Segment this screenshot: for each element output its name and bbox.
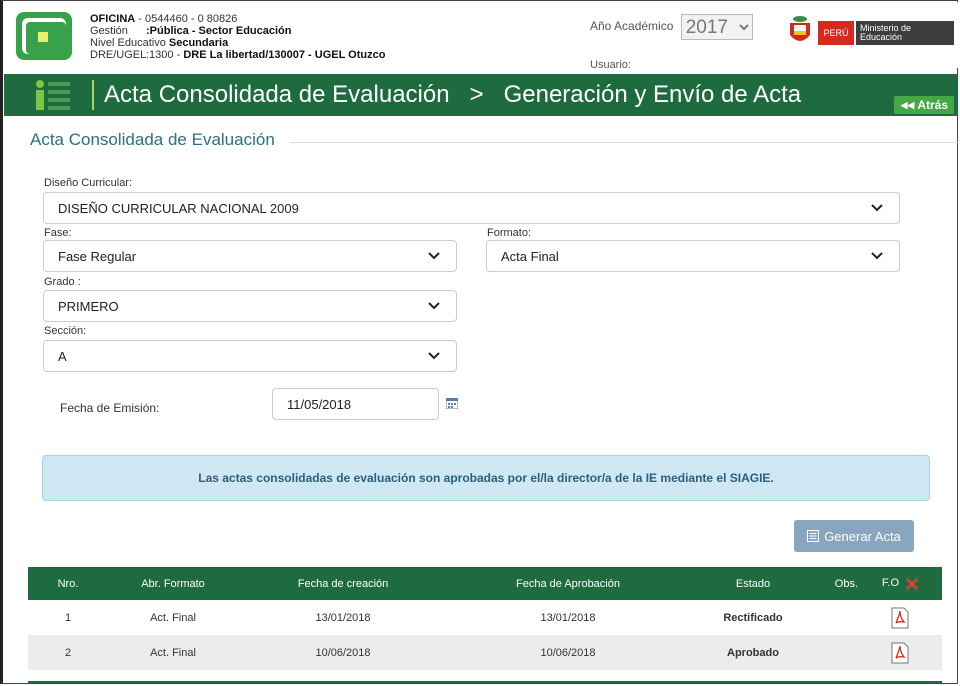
- peru-coat-of-arms-icon: [790, 16, 810, 41]
- institution-info: OFICINA - 0544460 - 0 80826 Gestión :Públ…: [90, 13, 385, 61]
- col-formato: Abr. Formato: [108, 567, 238, 600]
- grado-select[interactable]: PRIMERO: [43, 290, 457, 322]
- cell-creacion: 10/06/2018: [238, 635, 448, 670]
- section-title: Acta Consolidada de Evaluación: [30, 130, 275, 149]
- cell-obs: [818, 635, 858, 670]
- back-label: Atrás: [917, 98, 948, 112]
- generar-acta-label: Generar Acta: [824, 528, 901, 544]
- col-creacion: Fecha de creación: [238, 567, 448, 600]
- col-nro: Nro.: [28, 567, 108, 600]
- back-button[interactable]: ◀◀ Atrás: [894, 96, 954, 114]
- table-row: 2 Act. Final 10/06/2018 10/06/2018 Aprob…: [28, 635, 942, 670]
- minedu-logo: PERÚ Ministerio de Educación: [786, 15, 954, 47]
- cell-creacion: 13/01/2018: [315, 611, 371, 624]
- fase-select[interactable]: Fase Regular: [43, 240, 457, 272]
- page-title: Acta Consolidada de Evaluación > Generac…: [104, 81, 802, 108]
- oficina-label: OFICINA: [90, 13, 136, 25]
- title-separator: [92, 80, 94, 110]
- fecha-label: Fecha de Emisión:: [60, 401, 160, 415]
- cell-formato: Act. Final: [108, 635, 238, 670]
- formato-select[interactable]: Acta Final: [486, 240, 900, 272]
- info-alert: Las actas consolidadas de evaluación son…: [42, 455, 930, 501]
- gestion-value: :Pública - Sector Educación: [146, 25, 292, 37]
- formato-value: Acta Final: [501, 248, 559, 264]
- fase-label: Fase:: [44, 227, 72, 239]
- table-row: 1 Act. Final 13/01/2018 13/01/2018 Recti…: [28, 600, 942, 635]
- diseno-label: Diseño Curricular:: [44, 177, 133, 189]
- fecha-value: 11/05/2018: [287, 396, 352, 412]
- nivel-label: Nivel Educativo: [90, 37, 166, 49]
- nivel-value: Secundaria: [168, 37, 229, 49]
- calendar-icon[interactable]: [446, 398, 458, 409]
- cell-formato: Act. Final: [150, 611, 196, 624]
- section-divider: [290, 142, 958, 143]
- col-obs: Obs.: [818, 567, 858, 600]
- pdf-icon[interactable]: [890, 642, 910, 664]
- seccion-select[interactable]: A: [43, 340, 457, 372]
- cell-obs: [818, 600, 858, 635]
- col-fo: F.O: [858, 567, 942, 600]
- dre-prefix: :1300 -: [146, 49, 184, 61]
- pdf-icon[interactable]: [890, 607, 910, 629]
- diseno-select[interactable]: DISEÑO CURRICULAR NACIONAL 2009: [43, 192, 900, 224]
- ministerio-label: Ministerio de Educación: [856, 21, 954, 45]
- grado-value: PRIMERO: [58, 298, 119, 314]
- oficina-value: - 0544460 - 0 80826: [135, 13, 238, 25]
- generar-acta-button[interactable]: Generar Acta: [794, 520, 914, 552]
- document-list-icon: [807, 530, 820, 542]
- title-bar: Acta Consolidada de Evaluación > Generac…: [4, 74, 958, 116]
- alert-text: Las actas consolidadas de evaluación son…: [198, 471, 774, 485]
- dre-value: DRE La libertad/130007 - UGEL Otuzco: [183, 49, 386, 61]
- seccion-label: Sección:: [44, 325, 87, 337]
- cell-aprobacion: 10/06/2018: [448, 635, 688, 670]
- cell-aprobacion: 13/01/2018: [540, 611, 596, 624]
- app-header: OFICINA - 0544460 - 0 80826 Gestión :Públ…: [4, 2, 958, 71]
- delete-x-icon[interactable]: [906, 577, 918, 590]
- grado-label: Grado :: [44, 276, 81, 288]
- cell-fo: [858, 635, 942, 670]
- actas-table: Nro. Abr. Formato Fecha de creación Fech…: [28, 567, 942, 670]
- usuario-label: Usuario:: [590, 59, 631, 71]
- siagie-logo-icon: [16, 12, 72, 60]
- chevron-down-icon: [428, 302, 440, 310]
- chevron-down-icon: [871, 204, 883, 212]
- table-header-row: Nro. Abr. Formato Fecha de creación Fech…: [28, 567, 942, 600]
- seccion-value: A: [58, 348, 67, 364]
- cell-nro: 1: [64, 611, 72, 624]
- formato-label: Formato:: [487, 227, 532, 239]
- ano-academico: Año Académico 2017: [590, 14, 753, 40]
- fecha-input[interactable]: 11/05/2018: [272, 388, 439, 420]
- fase-value: Fase Regular: [58, 248, 137, 264]
- ano-label: Año Académico: [590, 19, 674, 34]
- diseno-value: DISEÑO CURRICULAR NACIONAL 2009: [58, 200, 299, 216]
- table-bottom-border: [28, 681, 942, 683]
- col-aprobacion: Fecha de Aprobación: [448, 567, 688, 600]
- peru-label: PERÚ: [818, 21, 854, 45]
- chevron-down-icon: [428, 352, 440, 360]
- cell-nro: 2: [28, 635, 108, 670]
- chevron-down-icon: [871, 252, 883, 260]
- gestion-label: Gestión: [90, 25, 128, 37]
- cell-fo: [858, 600, 942, 635]
- cell-estado: Aprobado: [688, 635, 818, 670]
- cell-estado: Rectificado: [723, 611, 783, 624]
- col-estado: Estado: [688, 567, 818, 600]
- list-user-icon: [36, 80, 70, 110]
- back-arrows-icon: ◀◀: [900, 99, 915, 110]
- col-fo-label: F.O: [881, 577, 900, 590]
- ano-select[interactable]: 2017: [680, 14, 753, 40]
- chevron-down-icon: [428, 252, 440, 260]
- dre-label: DRE/UGEL: [90, 49, 147, 61]
